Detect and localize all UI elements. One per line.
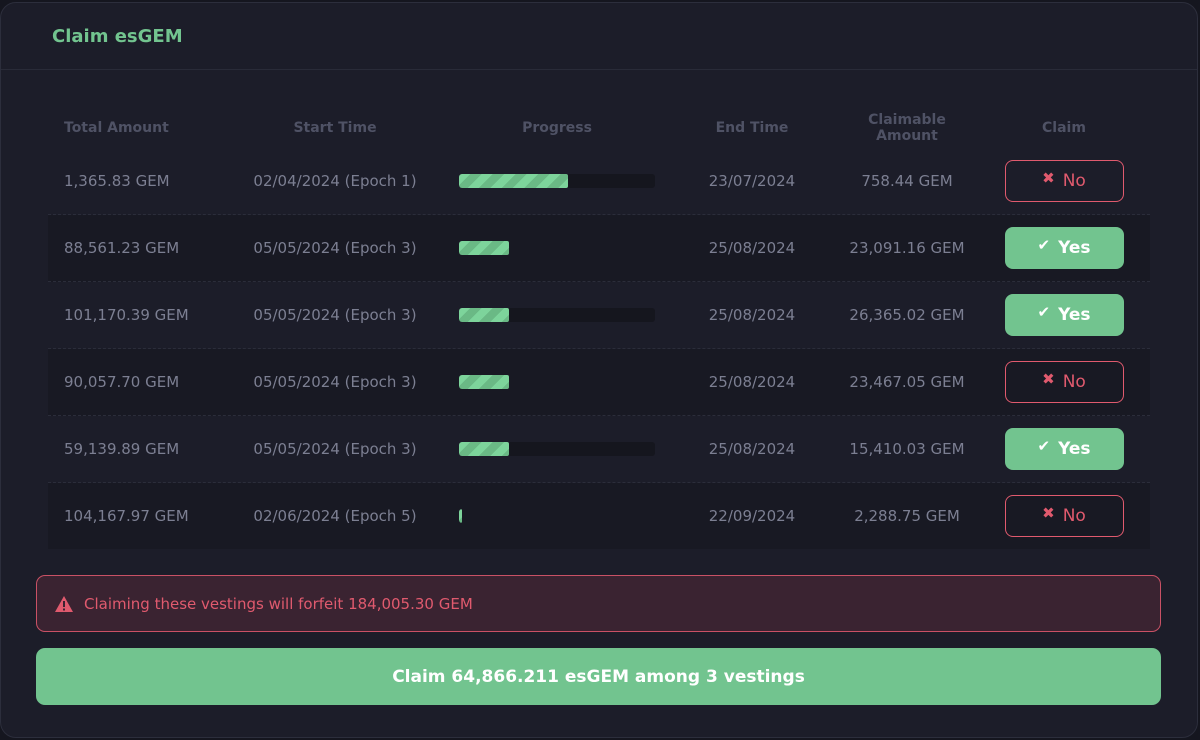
- table-row: 59,139.89 GEM 05/05/2024 (Epoch 3) 25/08/2…: [48, 416, 1150, 483]
- header-claimable-amount: Claimable Amount: [868, 112, 946, 144]
- header-progress: Progress: [522, 120, 592, 136]
- panel-header: Claim esGEM: [1, 3, 1197, 70]
- table-row: 90,057.70 GEM 05/05/2024 (Epoch 3) 25/08/2…: [48, 349, 1150, 416]
- header-start-time: Start Time: [293, 120, 377, 136]
- forfeit-warning: Claiming these vestings will forfeit 184…: [36, 575, 1161, 632]
- warning-text: Claiming these vestings will forfeit 184…: [84, 594, 473, 613]
- claim-cell: ✖ No: [978, 361, 1150, 403]
- header-end-time: End Time: [715, 120, 789, 136]
- progress-bar-fill: [458, 308, 510, 322]
- claimable-amount-cell: 23,091.16 GEM: [849, 239, 965, 257]
- table-row: 88,561.23 GEM 05/05/2024 (Epoch 3) 25/08/2…: [48, 215, 1150, 282]
- progress-bar-fill: [458, 442, 510, 456]
- claim-cell: ✖ No: [978, 160, 1150, 202]
- table-row: 1,365.83 GEM 02/04/2024 (Epoch 1) 23/07/20…: [48, 148, 1150, 215]
- end-time-cell: 22/09/2024: [708, 507, 796, 525]
- progress-bar-fill: [458, 174, 569, 188]
- header-total-amount: Total Amount: [64, 120, 169, 136]
- start-time-cell: 05/05/2024 (Epoch 3): [253, 306, 417, 324]
- total-amount-cell: 90,057.70 GEM: [64, 373, 180, 391]
- total-amount-cell: 88,561.23 GEM: [64, 239, 180, 257]
- total-amount-cell: 1,365.83 GEM: [64, 172, 170, 190]
- progress-cell: [446, 509, 668, 523]
- progress-bar-fill: [458, 509, 463, 523]
- claim-cell: ✔ Yes: [978, 294, 1150, 336]
- claim-toggle-button[interactable]: ✔ Yes: [1004, 428, 1124, 470]
- check-icon: ✔: [1037, 437, 1051, 455]
- progress-cell: [446, 375, 668, 389]
- claim-toggle-button[interactable]: ✖ No: [1004, 495, 1124, 537]
- claim-toggle-button[interactable]: ✖ No: [1004, 361, 1124, 403]
- claimable-amount-cell: 26,365.02 GEM: [849, 306, 965, 324]
- claim-toggle-label: No: [1062, 171, 1086, 191]
- end-time-cell: 25/08/2024: [708, 373, 796, 391]
- progress-bar: [458, 442, 655, 456]
- check-icon: ✔: [1037, 303, 1051, 321]
- total-amount-cell: 101,170.39 GEM: [64, 306, 189, 324]
- claim-toggle-label: No: [1062, 506, 1086, 526]
- table-body: 1,365.83 GEM 02/04/2024 (Epoch 1) 23/07/20…: [48, 148, 1150, 549]
- vesting-table: Total Amount Start Time Progress End Tim…: [48, 108, 1150, 549]
- progress-cell: [446, 241, 668, 255]
- claim-toggle-label: Yes: [1058, 305, 1091, 325]
- progress-bar: [458, 375, 655, 389]
- start-time-cell: 05/05/2024 (Epoch 3): [253, 239, 417, 257]
- progress-bar-fill: [458, 241, 510, 255]
- progress-bar: [458, 241, 655, 255]
- progress-cell: [446, 442, 668, 456]
- header-claim: Claim: [1042, 120, 1086, 136]
- progress-cell: [446, 174, 668, 188]
- progress-bar: [458, 308, 655, 322]
- claimable-amount-cell: 758.44 GEM: [861, 172, 953, 190]
- start-time-cell: 02/04/2024 (Epoch 1): [253, 172, 417, 190]
- claimable-amount-cell: 23,467.05 GEM: [849, 373, 965, 391]
- claim-toggle-label: Yes: [1058, 238, 1091, 258]
- panel-title: Claim esGEM: [52, 25, 183, 47]
- claim-cell: ✖ No: [978, 495, 1150, 537]
- start-time-cell: 05/05/2024 (Epoch 3): [253, 373, 417, 391]
- claim-toggle-label: Yes: [1058, 439, 1091, 459]
- claim-cell: ✔ Yes: [978, 428, 1150, 470]
- table-row: 104,167.97 GEM 02/06/2024 (Epoch 5) 22/09/…: [48, 483, 1150, 549]
- progress-bar: [458, 174, 655, 188]
- table-header: Total Amount Start Time Progress End Tim…: [48, 108, 1150, 148]
- progress-bar: [458, 509, 655, 523]
- total-amount-cell: 104,167.97 GEM: [64, 507, 189, 525]
- claim-toggle-label: No: [1062, 372, 1086, 392]
- claim-cell: ✔ Yes: [978, 227, 1150, 269]
- table-row: 101,170.39 GEM 05/05/2024 (Epoch 3) 25/08/…: [48, 282, 1150, 349]
- start-time-cell: 02/06/2024 (Epoch 5): [253, 507, 417, 525]
- start-time-cell: 05/05/2024 (Epoch 3): [253, 440, 417, 458]
- claim-toggle-button[interactable]: ✔ Yes: [1004, 227, 1124, 269]
- claimable-amount-cell: 2,288.75 GEM: [854, 507, 960, 525]
- progress-cell: [446, 308, 668, 322]
- progress-bar-fill: [458, 375, 510, 389]
- end-time-cell: 23/07/2024: [708, 172, 796, 190]
- end-time-cell: 25/08/2024: [708, 306, 796, 324]
- total-amount-cell: 59,139.89 GEM: [64, 440, 180, 458]
- end-time-cell: 25/08/2024: [708, 440, 796, 458]
- claimable-amount-cell: 15,410.03 GEM: [849, 440, 965, 458]
- close-icon: ✖: [1042, 370, 1055, 388]
- claim-toggle-button[interactable]: ✔ Yes: [1004, 294, 1124, 336]
- close-icon: ✖: [1042, 169, 1055, 187]
- close-icon: ✖: [1042, 504, 1055, 522]
- claim-all-button[interactable]: Claim 64,866.211 esGEM among 3 vestings: [36, 648, 1161, 705]
- check-icon: ✔: [1037, 236, 1051, 254]
- end-time-cell: 25/08/2024: [708, 239, 796, 257]
- warning-triangle-icon: [55, 595, 73, 612]
- claim-toggle-button[interactable]: ✖ No: [1004, 160, 1124, 202]
